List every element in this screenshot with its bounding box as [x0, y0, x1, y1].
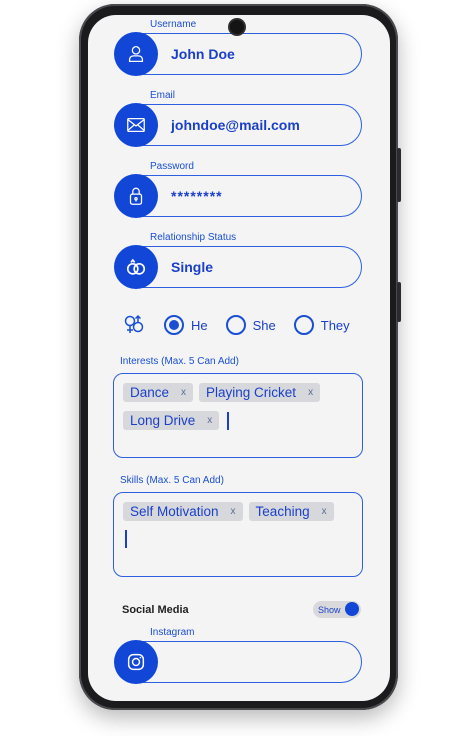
mail-icon: [114, 103, 158, 147]
interest-tag: Long Drive x: [123, 411, 220, 430]
rings-icon: [114, 245, 158, 289]
text-caret: [227, 411, 230, 430]
instagram-icon: [114, 640, 158, 684]
radio-they[interactable]: [293, 315, 314, 335]
skill-tag: Self Motivation x: [123, 502, 243, 521]
remove-tag-icon[interactable]: x: [308, 387, 313, 398]
tag-text: Self Motivation: [130, 504, 219, 519]
skill-tag: Teaching x: [248, 502, 334, 521]
gender-label-he: He: [191, 317, 208, 333]
remove-tag-icon[interactable]: x: [181, 387, 186, 398]
remove-tag-icon[interactable]: x: [322, 506, 327, 517]
tag-text: Playing Cricket: [206, 385, 297, 400]
volume-button: [397, 282, 401, 322]
email-value: johndoe@mail.com: [171, 117, 300, 133]
show-toggle[interactable]: Show: [313, 601, 361, 618]
gender-label-she: She: [252, 317, 276, 333]
username-label: Username: [150, 19, 197, 30]
app-screen: Username John Doe Email johndoe@mail.com…: [88, 15, 390, 701]
gender-option-he[interactable]: He: [164, 315, 208, 335]
gender-selector: He She They: [122, 313, 350, 337]
password-label: Password: [150, 161, 194, 172]
tag-text: Teaching: [255, 504, 310, 519]
front-camera: [230, 20, 244, 34]
interest-tag: Playing Cricket x: [199, 383, 321, 402]
tag-text: Long Drive: [130, 413, 196, 428]
social-media-title: Social Media: [122, 604, 189, 616]
radio-she[interactable]: [225, 315, 246, 335]
username-value: John Doe: [171, 46, 235, 62]
password-value: ********: [171, 188, 223, 204]
relationship-label: Relationship Status: [150, 232, 237, 243]
remove-tag-icon[interactable]: x: [231, 506, 236, 517]
tag-text: Dance: [130, 385, 170, 400]
relationship-value: Single: [171, 259, 214, 275]
interests-label: Interests (Max. 5 Can Add): [120, 356, 239, 367]
skills-input[interactable]: Self Motivation x Teaching x: [113, 492, 363, 577]
radio-he[interactable]: [164, 315, 184, 335]
skills-label: Skills (Max. 5 Can Add): [120, 475, 224, 486]
toggle-label: Show: [318, 604, 341, 615]
gender-option-she[interactable]: She: [225, 315, 276, 335]
toggle-knob: [345, 602, 359, 616]
user-icon: [114, 32, 158, 76]
interest-tag: Dance x: [123, 383, 194, 402]
gender-icon: [122, 313, 146, 337]
power-button: [397, 148, 401, 202]
instagram-label: Instagram: [150, 627, 195, 638]
remove-tag-icon[interactable]: x: [207, 415, 212, 426]
lock-icon: [114, 174, 158, 218]
interests-input[interactable]: Dance x Playing Cricket x Long Drive x: [113, 373, 363, 458]
gender-option-they[interactable]: They: [293, 315, 350, 335]
email-label: Email: [150, 90, 176, 101]
text-caret: [125, 530, 127, 548]
gender-label-they: They: [320, 317, 350, 333]
